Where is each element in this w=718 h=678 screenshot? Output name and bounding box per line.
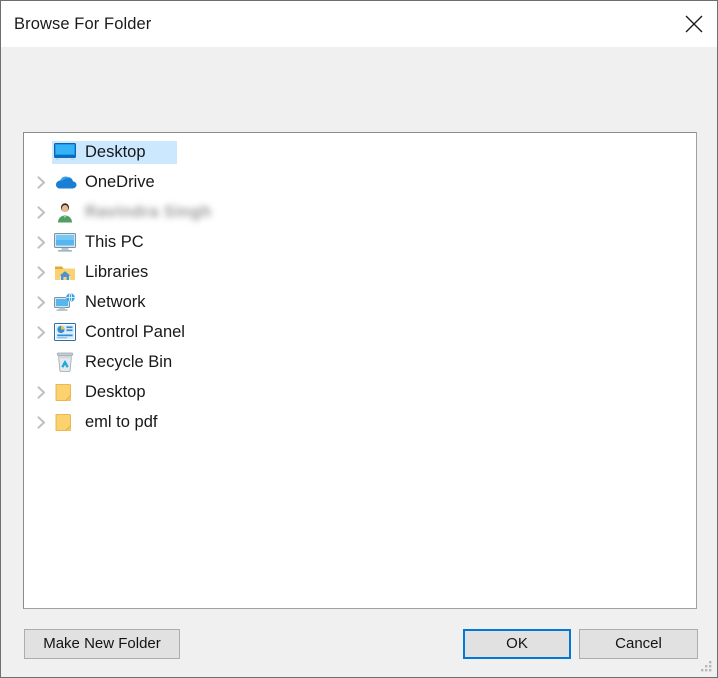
recycle-bin-icon — [52, 351, 78, 373]
tree-item-desktop[interactable]: Desktop — [24, 137, 696, 167]
onedrive-cloud-icon — [52, 171, 78, 193]
tree-item-label: This PC — [85, 232, 144, 251]
tree-item-onedrive[interactable]: OneDrive — [24, 167, 696, 197]
tree-item-label-redacted: Ravindra Singh — [85, 202, 212, 221]
make-new-folder-button[interactable]: Make New Folder — [24, 629, 180, 659]
folder-icon — [52, 381, 78, 403]
selection-highlight: Desktop — [52, 140, 177, 164]
chevron-right-icon[interactable] — [30, 205, 52, 219]
folder-tree: Desktop OneDrive Ravindra Singh This PC Libr… — [24, 133, 696, 437]
tree-item-recycle-bin[interactable]: Recycle Bin — [24, 347, 696, 377]
chevron-right-icon[interactable] — [30, 295, 52, 309]
chevron-right-icon[interactable] — [30, 385, 52, 399]
tree-item-label: OneDrive — [85, 172, 155, 191]
title-bar: Browse For Folder — [1, 1, 717, 47]
this-pc-icon — [52, 231, 78, 253]
chevron-right-icon[interactable] — [30, 325, 52, 339]
network-icon — [52, 291, 78, 313]
control-panel-icon — [52, 321, 78, 343]
chevron-right-icon[interactable] — [30, 415, 52, 429]
tree-item-ravindra-singh[interactable]: Ravindra Singh — [24, 197, 696, 227]
libraries-icon — [52, 261, 78, 283]
tree-item-label: Libraries — [85, 262, 149, 281]
folder-icon — [52, 411, 78, 433]
tree-item-libraries[interactable]: Libraries — [24, 257, 696, 287]
tree-item-label: Desktop — [85, 382, 146, 401]
desktop-monitor-icon — [52, 141, 78, 163]
cancel-button[interactable]: Cancel — [579, 629, 698, 659]
tree-item-label: eml to pdf — [85, 412, 158, 431]
chevron-right-icon[interactable] — [30, 235, 52, 249]
tree-item-network[interactable]: Network — [24, 287, 696, 317]
close-icon[interactable] — [671, 1, 717, 47]
tree-item-label: Network — [85, 292, 146, 311]
tree-item-label: Control Panel — [85, 322, 185, 341]
folder-tree-panel[interactable]: Desktop OneDrive Ravindra Singh This PC Libr… — [23, 132, 697, 609]
close-icon-glyph — [685, 15, 703, 33]
tree-item-label: Desktop — [85, 142, 146, 161]
tree-item-label: Recycle Bin — [85, 352, 173, 371]
chevron-right-icon[interactable] — [30, 175, 52, 189]
tree-item-control-panel[interactable]: Control Panel — [24, 317, 696, 347]
tree-item-desktop[interactable]: Desktop — [24, 377, 696, 407]
ok-button[interactable]: OK — [463, 629, 571, 659]
chevron-right-icon[interactable] — [30, 265, 52, 279]
window-title: Browse For Folder — [14, 14, 152, 33]
tree-item-this-pc[interactable]: This PC — [24, 227, 696, 257]
resize-grip[interactable] — [700, 660, 713, 673]
dialog-body: Desktop OneDrive Ravindra Singh This PC Libr… — [1, 47, 717, 677]
browse-for-folder-dialog: Browse For Folder Desktop OneDrive Ravindr… — [0, 0, 718, 678]
tree-item-eml-to-pdf[interactable]: eml to pdf — [24, 407, 696, 437]
user-account-icon — [52, 201, 78, 223]
